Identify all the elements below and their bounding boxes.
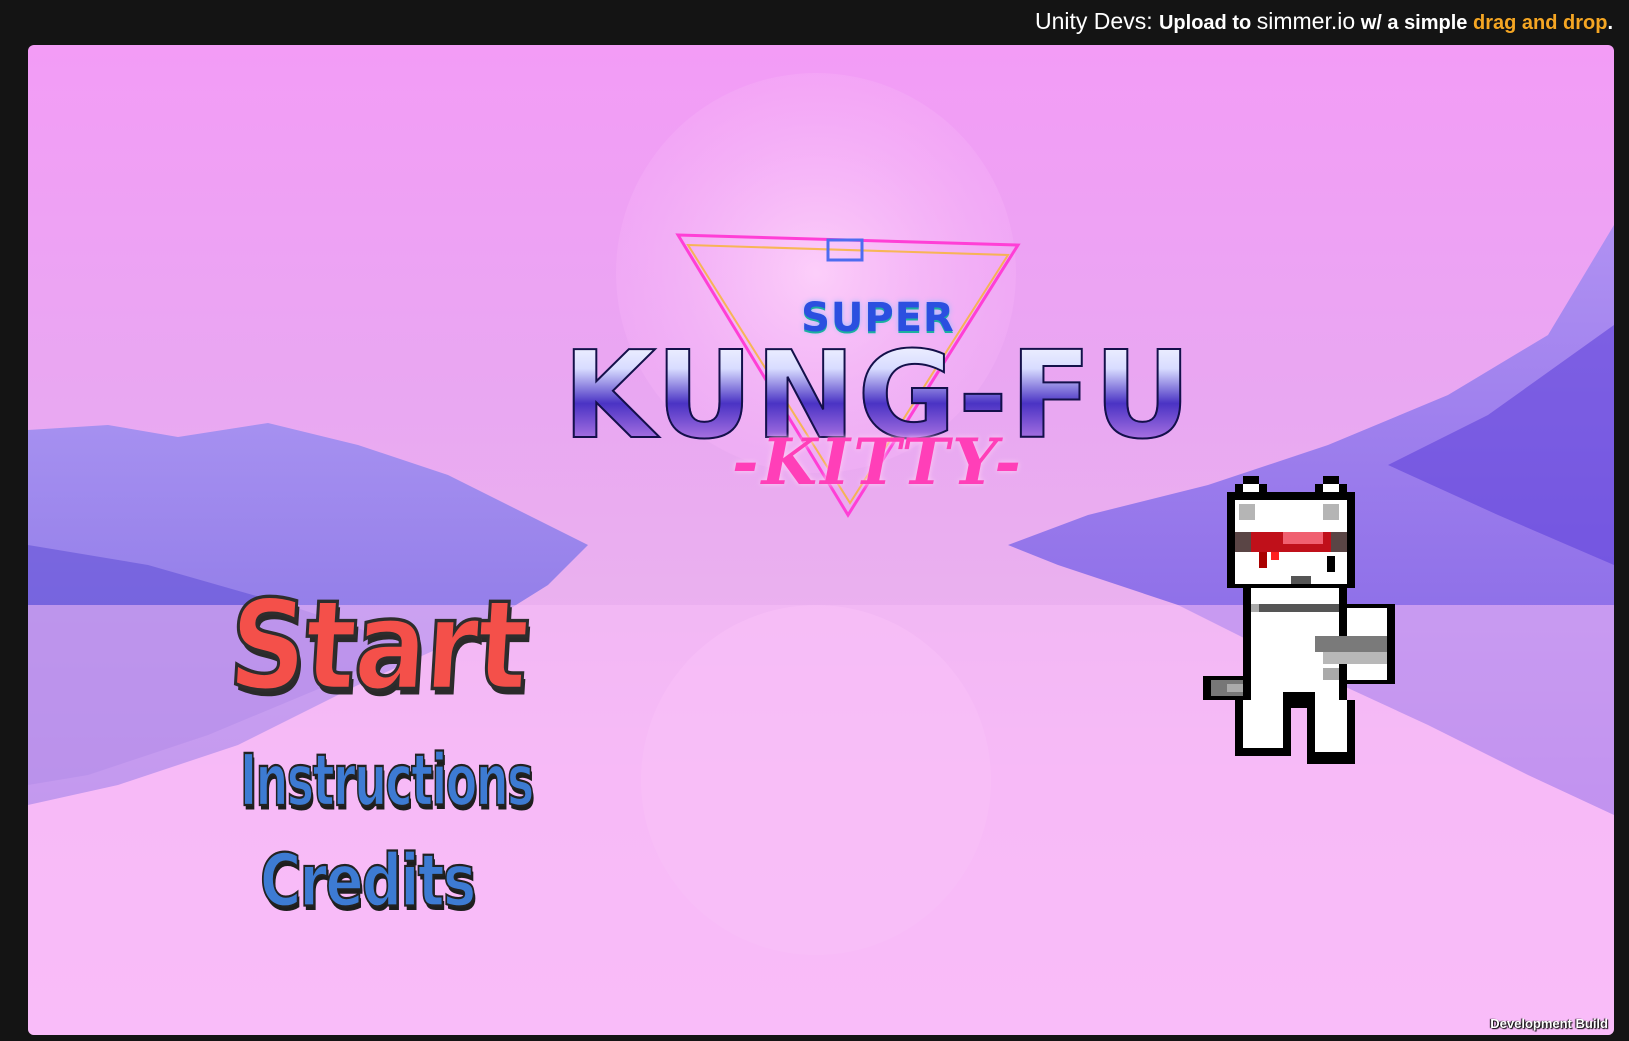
promo-drag-and-drop: drag and drop bbox=[1472, 12, 1608, 34]
start-button[interactable]: Start bbox=[223, 573, 532, 720]
logo-kitty-text: -KITTY- bbox=[732, 425, 1024, 500]
promo-text: Unity Devs: Upload to simmer.io w/ a sim… bbox=[1035, 6, 1613, 38]
development-build-label: Development Build bbox=[1490, 1016, 1608, 1031]
promo-period: . bbox=[1607, 12, 1613, 34]
kitty-legs bbox=[1235, 692, 1355, 764]
kitty-tail bbox=[1203, 676, 1251, 700]
kitty-character-sprite bbox=[1203, 476, 1395, 764]
promo-with-simple: w/ a simple bbox=[1355, 12, 1473, 34]
instructions-button[interactable]: Instructions bbox=[239, 743, 535, 817]
game-title-logo: SUPER KUNG-FU -KITTY- bbox=[538, 225, 1218, 595]
credits-button[interactable]: Credits bbox=[259, 843, 477, 918]
simmer-promo-bar: Unity Devs: Upload to simmer.io w/ a sim… bbox=[0, 0, 1629, 44]
promo-site-link[interactable]: simmer.io bbox=[1257, 8, 1355, 34]
promo-upload-to: Upload to bbox=[1158, 12, 1257, 34]
promo-prefix: Unity Devs: bbox=[1035, 8, 1159, 34]
game-canvas[interactable]: SUPER KUNG-FU -KITTY- Start Instructions… bbox=[28, 45, 1614, 1035]
